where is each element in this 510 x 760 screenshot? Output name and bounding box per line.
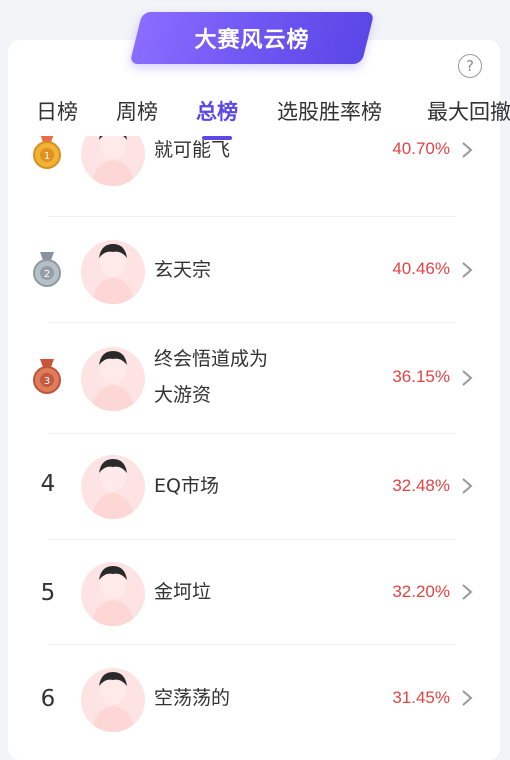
list-item[interactable]: 4 EQ市场 32.48% <box>0 435 510 540</box>
leaderboard-banner: 大赛风云榜 <box>129 12 375 64</box>
gold-medal-icon: 1 <box>33 136 61 169</box>
bronze-medal-icon: 3 <box>33 359 61 394</box>
banner-title: 大赛风云榜 <box>194 28 310 53</box>
avatar-icon <box>91 136 135 186</box>
tab-win-rate-label: 选股胜率榜 <box>277 100 382 124</box>
return-percent: 32.48% <box>392 476 450 495</box>
avatar-icon <box>91 672 135 732</box>
list-item[interactable]: 3 终会悟道成为 大游资 36.15% <box>0 323 510 435</box>
return-percent: 40.70% <box>392 139 450 158</box>
list-item[interactable]: 5 金坷垃 32.20% <box>0 540 510 645</box>
chevron-right-icon <box>462 478 473 494</box>
silver-medal-icon: 2 <box>33 252 61 287</box>
tab-overall-label: 总榜 <box>196 100 238 124</box>
avatar <box>81 347 145 411</box>
return-percent: 36.15% <box>392 367 450 386</box>
user-name: EQ市场 <box>154 475 219 497</box>
user-name: 玄天宗 <box>154 259 212 281</box>
row-divider <box>48 433 456 434</box>
chevron-right-icon <box>462 584 473 600</box>
user-name: 空荡荡的 <box>154 687 231 709</box>
row-divider <box>48 216 456 217</box>
list-item[interactable]: 2 玄天宗 40.46% <box>0 228 510 333</box>
avatar-icon <box>91 244 135 304</box>
avatar <box>81 562 145 626</box>
return-percent: 40.46% <box>392 259 450 278</box>
user-name-line2: 大游资 <box>154 384 212 406</box>
chevron-right-icon <box>462 142 473 158</box>
medal-rank: 1 <box>44 151 50 162</box>
medal-rank: 3 <box>44 376 50 387</box>
rank-number: 6 <box>40 686 56 712</box>
chevron-right-icon <box>462 690 473 706</box>
avatar <box>81 240 145 304</box>
user-name: 就可能飞 <box>154 139 231 161</box>
return-percent: 31.45% <box>392 688 450 707</box>
avatar-icon <box>91 459 135 519</box>
user-name: 终会悟道成为 <box>154 348 269 370</box>
tab-max-drawdown-label: 最大回撤 <box>427 100 510 124</box>
help-icon[interactable]: ? <box>458 54 482 78</box>
row-divider <box>48 644 456 645</box>
ranking-list: 1 就可能飞 40.70% 2 玄天宗 40.46% 3 终会悟道成为 大游资 … <box>0 136 510 736</box>
user-name: 金坷垃 <box>154 581 212 603</box>
medal-rank: 2 <box>44 269 50 280</box>
avatar-icon <box>91 351 135 411</box>
chevron-right-icon <box>462 262 473 278</box>
tab-daily-label: 日榜 <box>36 100 78 124</box>
chevron-right-icon <box>462 370 473 386</box>
avatar-icon <box>91 566 135 626</box>
avatar <box>81 668 145 732</box>
rank-number: 5 <box>40 580 56 606</box>
return-percent: 32.20% <box>392 582 450 601</box>
avatar <box>81 455 145 519</box>
list-item[interactable]: 1 就可能飞 40.70% <box>0 136 510 231</box>
list-item[interactable]: 6 空荡荡的 31.45% <box>0 646 510 736</box>
avatar <box>81 136 145 186</box>
rank-number: 4 <box>40 471 56 497</box>
tab-weekly-label: 周榜 <box>116 100 158 124</box>
